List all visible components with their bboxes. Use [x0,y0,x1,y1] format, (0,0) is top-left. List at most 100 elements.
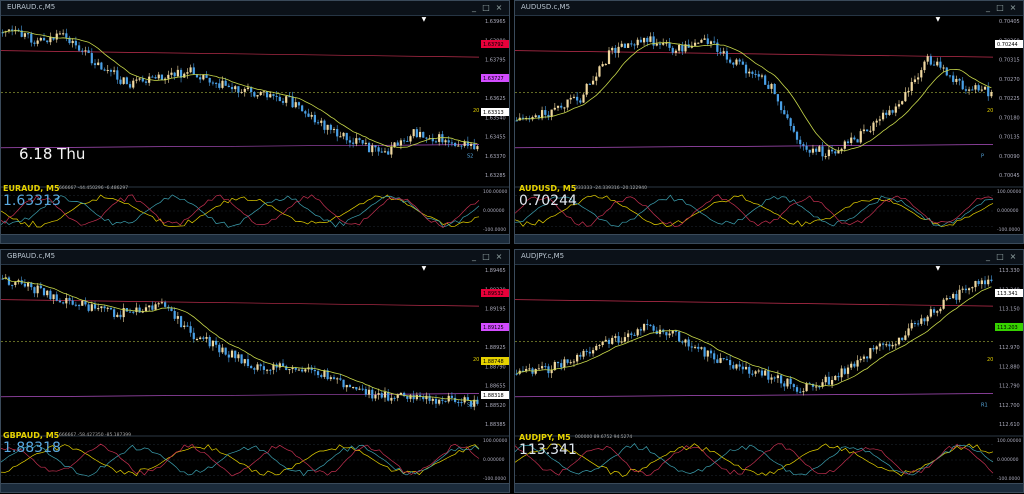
minimize-icon[interactable]: _ [469,251,479,262]
window-titlebar[interactable]: EURAUD.c,M5 _ □ × [1,1,509,16]
chart-window-audusd[interactable]: AUDUSD.c,M5 _ □ × 0.704050.703600.703150… [514,0,1024,244]
shift-marker-icon[interactable]: ▼ [936,265,941,272]
candle-body [316,122,320,124]
candle-body [767,370,770,380]
oscillator-axis-label: -100.0000 [483,227,506,233]
candle-body [671,47,674,53]
candle-body [837,150,840,154]
candle-body [262,366,265,370]
shift-marker-icon[interactable]: ▼ [422,16,427,23]
price-tag-label: 1.89125 [483,325,504,331]
chart-window-euraud[interactable]: EURAUD.c,M5 _ □ × 1.639651.638801.637951… [0,0,510,244]
candle-body [901,101,904,105]
shift-marker-icon[interactable]: ▼ [936,16,941,23]
maximize-icon[interactable]: □ [481,251,491,262]
candle-body [113,70,116,72]
candle-body [757,74,760,77]
candle-body [243,88,246,92]
candle-body [253,92,256,97]
chart-window-gbpaud[interactable]: GBPAUD.c,M5 _ □ × 1.894651.893301.891951… [0,249,510,493]
candle-body [103,306,106,309]
candle-body [403,140,406,142]
candle-body [39,38,42,41]
candle-body [278,363,281,368]
support-line [515,144,994,149]
candle-body [215,340,218,345]
shift-marker-icon[interactable]: ▼ [422,265,427,272]
candle-body [534,368,537,374]
candle-body [380,151,383,153]
close-icon[interactable]: × [494,2,504,13]
candle-body [620,341,623,343]
candle-body [304,111,307,114]
pivot-marker: S2 [467,154,473,160]
price-chart[interactable]: 1.639651.638801.637951.637101.636251.635… [1,15,510,244]
candle-body [345,384,348,388]
candle-body [604,64,607,66]
candle-body [170,308,173,311]
close-icon[interactable]: × [1008,2,1018,13]
candle-body [265,91,269,98]
maximize-icon[interactable]: □ [481,2,491,13]
candle-body [179,316,183,327]
candle-body [476,146,479,150]
candle-body [633,44,636,46]
candle-body [815,148,818,152]
candle-body [170,72,173,75]
candle-body [987,86,990,97]
candle-body [221,80,224,88]
close-icon[interactable]: × [494,251,504,262]
candle-body [230,350,234,358]
candle-body [144,81,148,83]
minimize-icon[interactable]: _ [983,251,993,262]
price-chart[interactable]: 113.330113.240113.150113.060112.970112.8… [515,264,1024,493]
candle-body [234,350,237,359]
candle-body [751,373,754,375]
candle-body [760,75,764,77]
candle-body [450,395,454,398]
price-axis-label: 113.330 [999,268,1020,274]
candle-body [795,131,799,140]
moving-average-line [516,286,992,387]
price-axis-label: 0.70045 [999,173,1020,179]
candle-body [757,370,760,372]
window-titlebar[interactable]: AUDUSD.c,M5 _ □ × [515,1,1023,16]
window-title: GBPAUD.c,M5 [7,252,56,260]
maximize-icon[interactable]: □ [995,251,1005,262]
candle-body [358,138,361,141]
chart-window-audjpy[interactable]: AUDJPY.c,M5 _ □ × 113.330113.240113.1501… [514,249,1024,493]
candle-body [850,137,853,143]
candle-body [307,113,310,117]
minimize-icon[interactable]: _ [469,2,479,13]
candle-body [39,285,42,289]
price-tag-label: 1.88318 [483,393,504,399]
candle-body [422,131,425,138]
price-chart[interactable]: 0.704050.703600.703150.702700.702250.701… [515,15,1024,244]
window-titlebar[interactable]: AUDJPY.c,M5 _ □ × [515,250,1023,265]
close-icon[interactable]: × [1008,251,1018,262]
candle-body [237,354,240,359]
candle-body [964,89,968,91]
price-chart[interactable]: 1.894651.893301.891951.890601.889251.887… [1,264,510,493]
candle-body [23,283,26,287]
candle-body [872,122,875,131]
candle-body [636,329,639,336]
candle-body [846,141,850,143]
candle-body [406,396,409,399]
window-titlebar[interactable]: GBPAUD.c,M5 _ □ × [1,250,509,265]
candle-body [668,42,671,48]
side-marker: 20 [987,357,993,363]
candle-body [652,325,655,331]
candle-body [690,346,693,348]
candle-body [103,69,106,71]
candle-body [926,56,929,62]
candle-body [387,391,390,401]
maximize-icon[interactable]: □ [995,2,1005,13]
candle-body [566,359,569,363]
price-axis-label: 1.63965 [485,19,506,25]
candle-body [336,378,339,380]
candle-body [7,277,11,285]
candle-body [537,368,540,370]
candle-body [786,378,789,387]
minimize-icon[interactable]: _ [983,2,993,13]
